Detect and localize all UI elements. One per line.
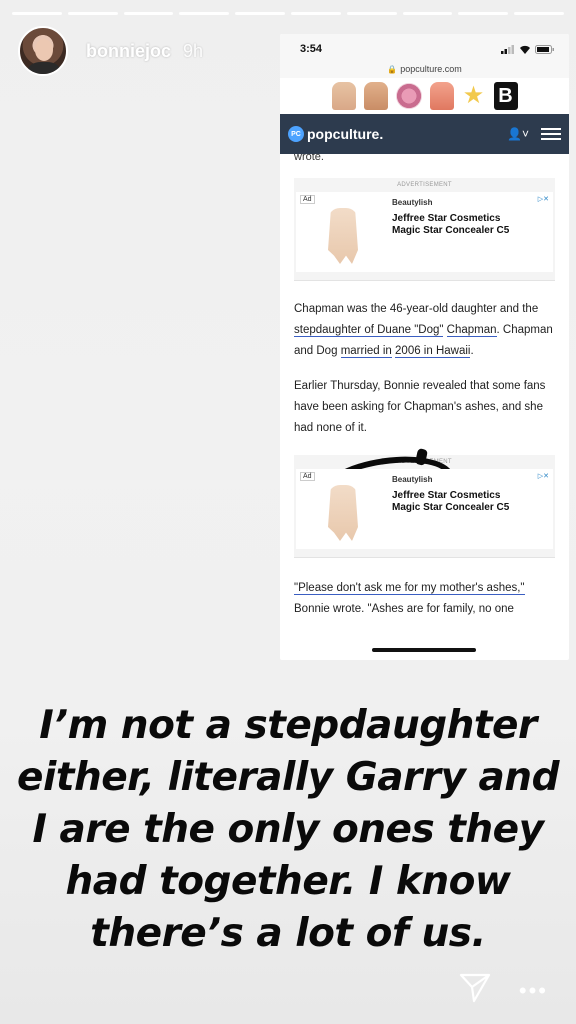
ad-copy: Beautylish Jeffree Star Cosmetics Magic …	[392, 198, 509, 266]
embedded-screenshot: 3:54 🔒 popculture.com ★ B PC popculture. …	[280, 34, 569, 660]
progress-segment	[290, 12, 341, 15]
ad-tag: Ad	[300, 472, 315, 481]
hamburger-menu-icon[interactable]	[541, 128, 561, 140]
url-bar[interactable]: 🔒 popculture.com	[280, 64, 569, 78]
url-text: popculture.com	[400, 64, 462, 74]
product-thumb	[395, 83, 422, 109]
lock-icon: 🔒	[387, 65, 398, 74]
article-link[interactable]: married in	[340, 345, 392, 358]
wifi-icon	[520, 45, 530, 54]
ad-title-line2: Magic Star Concealer C5	[392, 225, 510, 236]
avatar-body	[28, 62, 60, 74]
progress-segment	[514, 12, 564, 15]
progress-segment	[179, 12, 230, 15]
avatar-face	[35, 39, 53, 61]
brand-logo: B	[493, 82, 518, 110]
progress-segment	[123, 12, 174, 15]
ad-title-line1: Jeffree Star Cosmetics	[392, 490, 501, 501]
home-indicator	[372, 648, 476, 652]
cut-text: wrote.	[294, 154, 324, 163]
product-image	[302, 206, 384, 266]
ios-status-bar: 3:54	[280, 34, 569, 64]
story-progress	[12, 12, 564, 15]
para-text: .	[470, 345, 474, 357]
ad-title-line1: Jeffree Star Cosmetics	[392, 213, 501, 224]
top-ad-strip[interactable]: ★ B	[280, 78, 569, 114]
article-paragraph: Chapman was the 46-year-old daughter and…	[294, 299, 555, 362]
progress-segment	[458, 12, 509, 15]
story-timestamp: 9h	[183, 40, 204, 61]
para-text: Chapman was the 46-year-old daughter	[294, 303, 497, 315]
para-text: and the	[499, 303, 539, 315]
progress-segment	[12, 12, 62, 15]
status-time: 3:54	[300, 43, 323, 55]
progress-segment	[235, 12, 285, 15]
send-icon[interactable]	[458, 970, 492, 1004]
ad-card[interactable]: Ad ▷✕ Beautylish Jeffree Star Cosmetics …	[296, 469, 553, 549]
caption-line: there’s a lot of us.	[90, 911, 486, 956]
article-body: wrote. ADVERTISEMENT Ad ▷✕ Beautylish Je…	[280, 154, 569, 620]
article-paragraph: Bonnie wrote. "Ashes are for family, no …	[294, 603, 514, 615]
article-link[interactable]: stepdaughter of Duane "Dog"	[294, 324, 444, 337]
article-paragraph: "Please don't ask me for my mother's ash…	[294, 578, 555, 599]
more-icon[interactable]: •••	[519, 980, 548, 1002]
ad-brand: Beautylish	[392, 475, 433, 484]
product-image	[302, 483, 384, 543]
product-thumb	[429, 82, 454, 110]
advertisement-label: ADVERTISEMENT	[397, 182, 452, 188]
ad-title-line2: Magic Star Concealer C5	[392, 502, 510, 513]
ad-block: ADVERTISEMENT Ad ▷✕ Beautylish Jeffree S…	[294, 178, 555, 281]
caption-line: either, literally Garry and	[17, 755, 559, 800]
user-icon[interactable]: 👤˅	[507, 127, 529, 141]
ad-copy: Beautylish Jeffree Star Cosmetics Magic …	[392, 475, 509, 543]
caption-line: I’m not a stepdaughter	[39, 703, 537, 748]
ad-tag: Ad	[300, 195, 315, 204]
article-paragraph: Earlier Thursday, Bonnie revealed that s…	[294, 380, 546, 434]
site-logo-text[interactable]: popculture.	[307, 126, 383, 142]
caption-line: had together. I know	[65, 859, 511, 904]
progress-segment	[346, 12, 397, 15]
status-icons	[501, 44, 555, 54]
article-link[interactable]: Chapman	[446, 324, 497, 337]
story-header: bonniejoc 9h	[18, 26, 203, 76]
story-username[interactable]: bonniejoc	[86, 41, 171, 62]
progress-segment	[402, 12, 453, 15]
star-icon: ★	[462, 82, 485, 109]
adchoices-icon[interactable]: ▷✕	[538, 472, 549, 480]
caption-line: I are the only ones they	[32, 807, 544, 852]
adchoices-icon[interactable]: ▷✕	[538, 195, 549, 203]
product-thumb	[363, 82, 388, 110]
avatar[interactable]	[18, 26, 68, 76]
site-nav: PC popculture. 👤˅	[280, 114, 569, 154]
ad-block: ADVERTISEMENT Ad ▷✕ Beautylish Jeffree S…	[294, 455, 555, 558]
ad-card[interactable]: Ad ▷✕ Beautylish Jeffree Star Cosmetics …	[296, 192, 553, 272]
ad-brand: Beautylish	[392, 198, 433, 207]
article-link[interactable]: 2006 in Hawaii	[395, 345, 471, 358]
story-caption: I’m not a stepdaughter either, literally…	[0, 700, 576, 960]
site-logo-icon[interactable]: PC	[288, 126, 304, 142]
product-thumb	[331, 82, 356, 110]
signal-icon	[501, 44, 514, 54]
article-quote-link[interactable]: "Please don't ask me for my mother's ash…	[294, 582, 525, 595]
progress-segment	[67, 12, 118, 15]
battery-icon	[535, 44, 554, 54]
